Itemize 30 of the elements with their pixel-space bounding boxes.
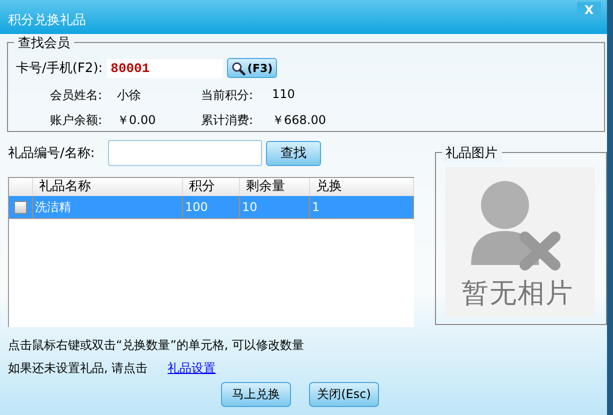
- info-label: 账户余额:: [50, 112, 104, 129]
- search-button[interactable]: (F3): [226, 58, 277, 78]
- info-value: 110: [272, 87, 296, 103]
- dialog-button[interactable]: 关闭(Esc): [309, 382, 379, 407]
- hint-text: 点击鼠标右键或双击“兑换数量”的单元格, 可以修改数量: [8, 337, 306, 354]
- dialog-button[interactable]: 马上兑换: [221, 382, 291, 407]
- info-value: 小徐: [117, 87, 142, 104]
- search-icon: [230, 60, 246, 76]
- table-cell: 100: [183, 196, 240, 218]
- info-value: ￥668.00: [272, 112, 327, 129]
- checkbox[interactable]: [14, 201, 27, 214]
- window-title: 积分兑换礼品: [8, 12, 86, 29]
- table-cell: 洗洁精: [33, 196, 183, 218]
- table-cell: 1: [310, 196, 414, 218]
- card-field[interactable]: 80001: [106, 58, 223, 78]
- gift-settings-link[interactable]: 礼品设置: [168, 361, 216, 375]
- group-title: 查找会员: [14, 34, 74, 52]
- setup-text: 如果还未设置礼品, 请点击: [8, 361, 148, 375]
- gift-search-label: 礼品编号/名称:: [8, 145, 96, 162]
- group-title: 礼品图片: [442, 144, 502, 162]
- table-cell: 10: [240, 196, 310, 218]
- find-button[interactable]: 查找: [266, 140, 321, 166]
- info-label: 当前积分:: [201, 87, 254, 104]
- info-label: 累计消费:: [201, 112, 254, 129]
- gift-search-field[interactable]: [108, 140, 262, 166]
- card-label: 卡号/手机(F2):: [16, 60, 103, 77]
- no-photo-text: 暂无相片: [462, 277, 574, 311]
- info-label: 会员姓名:: [50, 87, 104, 104]
- info-value: ￥0.00: [117, 112, 157, 129]
- no-photo-icon: [444, 167, 595, 317]
